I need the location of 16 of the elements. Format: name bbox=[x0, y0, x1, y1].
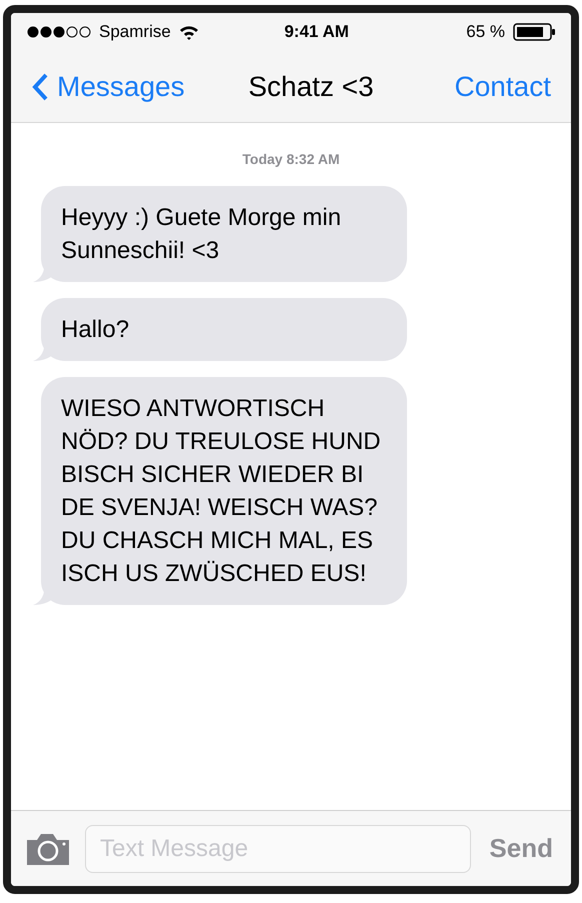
conversation-title: Schatz <3 bbox=[247, 70, 375, 104]
message-bubble: Heyyy :) Guete Morge min Sunneschii! <3 bbox=[41, 186, 407, 282]
signal-icon bbox=[27, 26, 91, 38]
message-bubble: WIESO ANTWORTISCH NÖD? DU TREULOSE HUND BISCH SICHER WIEDER BI DE SVENJA! WEISCH WAS? DU CHASCH MICH MAL, ES ISCH US ZWÜSCHED EUS! bbox=[41, 377, 407, 605]
message-bubble: Hallo? bbox=[41, 298, 407, 361]
status-time: 9:41 AM bbox=[283, 21, 350, 44]
battery-percent: 65 % bbox=[466, 21, 505, 44]
wifi-icon bbox=[178, 24, 199, 40]
send-button[interactable]: Send bbox=[485, 829, 557, 868]
contact-button[interactable]: Contact bbox=[401, 66, 551, 108]
carrier-name: Spamrise bbox=[99, 21, 171, 44]
back-button[interactable]: Messages bbox=[31, 66, 221, 108]
message-timestamp: Today 8:32 AM bbox=[242, 150, 340, 169]
camera-icon[interactable] bbox=[25, 832, 71, 866]
battery-icon bbox=[513, 23, 555, 41]
chevron-left-icon bbox=[31, 72, 49, 102]
